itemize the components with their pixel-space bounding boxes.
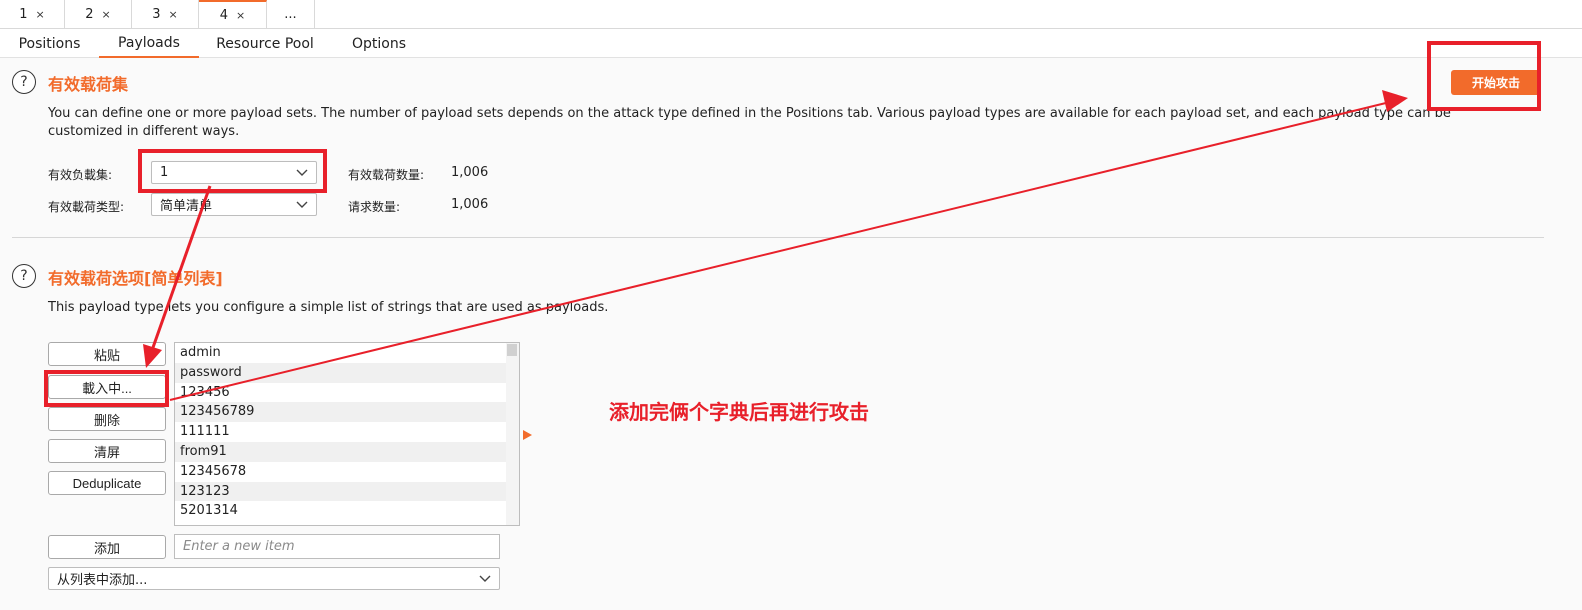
tab-positions[interactable]: Positions [0,29,99,58]
request-count-label: 请求数量: [348,200,401,214]
sub-tab-bar: Positions Payloads Resource Pool Options [0,29,1582,58]
close-icon[interactable]: × [236,9,245,22]
attack-tab-bar: 1 × 2 × 3 × 4 × ... [0,0,1582,29]
load-button[interactable]: 載入中... [48,375,166,399]
list-item[interactable]: 5201314 [175,501,507,521]
add-from-list-value: 从列表中添加... [57,573,148,588]
list-item[interactable]: admin [175,343,507,363]
new-item-input[interactable] [174,534,500,559]
list-item[interactable]: 111111 [175,422,507,442]
payload-options-description: This payload type lets you configure a s… [48,300,609,315]
start-attack-button[interactable]: 开始攻击 [1451,70,1541,95]
attack-tab-label: 1 [19,7,28,22]
attack-tab-label: 2 [85,7,94,22]
list-scrollbar[interactable] [506,343,519,525]
list-item[interactable]: from91 [175,441,507,462]
tab-options[interactable]: Options [331,29,427,58]
close-icon[interactable]: × [36,8,45,21]
tab-resource-pool[interactable]: Resource Pool [199,29,331,58]
attack-tab-label: ... [284,7,297,22]
chevron-down-icon [479,575,491,582]
expand-arrow-icon[interactable] [523,430,532,440]
payload-set-value: 1 [160,165,169,180]
tab-payloads[interactable]: Payloads [99,29,199,58]
list-item[interactable]: 12345678 [175,462,507,482]
add-button[interactable]: 添加 [48,535,166,559]
request-count-value: 1,006 [451,197,489,212]
list-item[interactable]: 123123 [175,481,507,502]
payload-type-label: 有效載荷类型: [48,200,125,214]
close-icon[interactable]: × [169,8,178,21]
attack-tab-2[interactable]: 2 × [65,0,132,29]
deduplicate-button[interactable]: Deduplicate [48,471,166,495]
payload-type-value: 简单清单 [160,199,213,214]
attack-tab-label: 3 [152,7,161,22]
section-divider [12,237,1544,238]
paste-button[interactable]: 粘贴 [48,342,166,366]
scroll-thumb[interactable] [507,344,517,356]
chevron-down-icon [296,201,308,208]
add-from-list-select[interactable]: 从列表中添加... [48,567,500,590]
attack-tab-3[interactable]: 3 × [132,0,199,29]
help-circle-icon[interactable]: ? [12,264,36,288]
payload-sets-title: 有效载荷集 [48,75,129,94]
payload-set-select[interactable]: 1 [151,161,317,184]
chevron-down-icon [296,169,308,176]
payload-sets-description: You can define one or more payload sets.… [48,106,1451,139]
payload-type-select[interactable]: 简单清单 [151,193,317,216]
close-icon[interactable]: × [102,8,111,21]
payload-list[interactable]: admin password 123456 123456789 111111 f… [174,342,520,526]
attack-tab-1[interactable]: 1 × [0,0,65,29]
attack-tab-more[interactable]: ... [267,0,315,29]
clear-button[interactable]: 清屏 [48,439,166,463]
payload-set-label: 有效负載集: [48,168,113,182]
payload-count-label: 有效载荷数量: [348,168,425,182]
annotation-text: 添加完俩个字典后再进行攻击 [609,400,869,424]
payload-count-value: 1,006 [451,165,489,180]
list-item[interactable]: password [175,362,507,383]
attack-tab-4[interactable]: 4 × [199,0,267,29]
payload-options-title: 有效载荷选项[简单列表] [48,269,223,288]
remove-button[interactable]: 删除 [48,407,166,431]
attack-tab-label: 4 [219,8,229,23]
list-item[interactable]: 123456 [175,383,507,403]
help-circle-icon[interactable]: ? [12,70,36,94]
list-item[interactable]: 123456789 [175,402,507,423]
